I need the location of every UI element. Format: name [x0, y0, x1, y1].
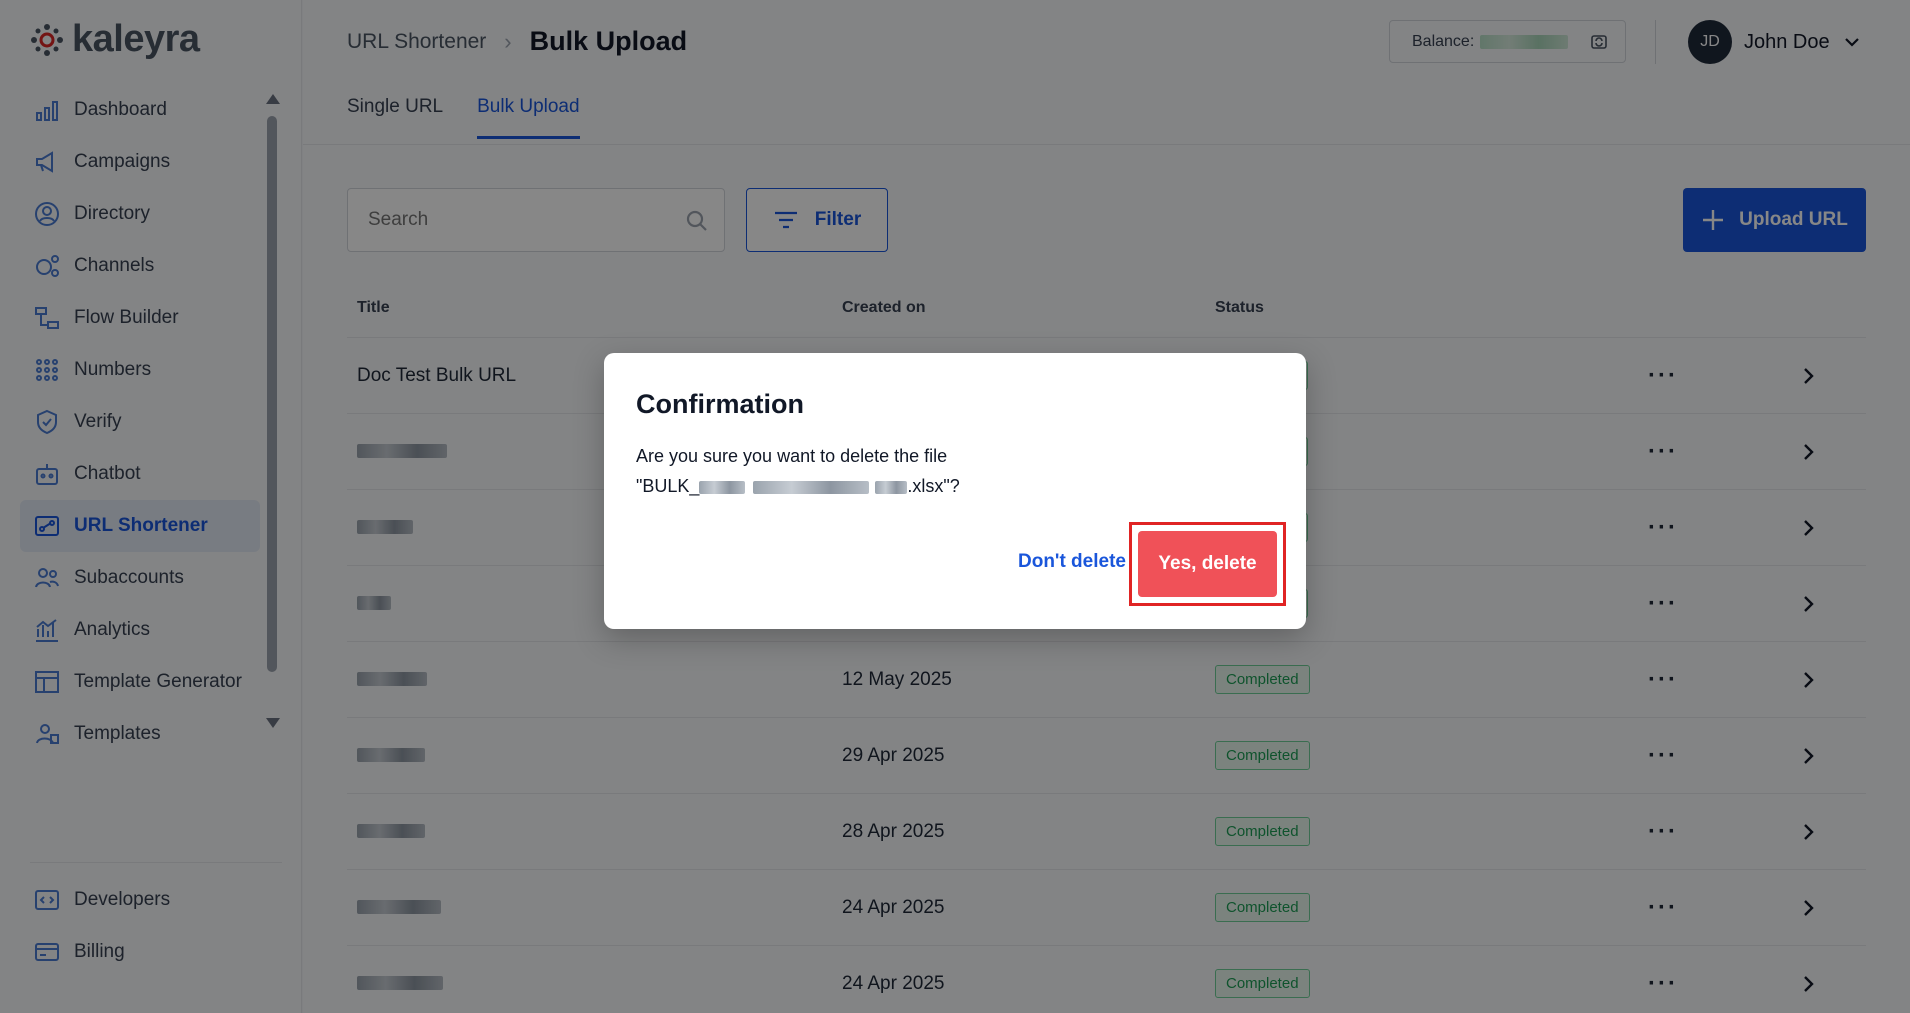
yes-delete-button[interactable]: Yes, delete [1138, 531, 1277, 597]
dialog-filename: "BULK_ .xlsx"? [636, 471, 1156, 501]
filename-prefix: "BULK_ [636, 476, 700, 496]
dialog-message: Are you sure you want to delete the file… [636, 441, 1156, 501]
dialog-message-line: Are you sure you want to delete the file [636, 446, 948, 466]
dialog-title: Confirmation [636, 389, 804, 419]
filename-redacted [753, 480, 870, 494]
dont-delete-button[interactable]: Don't delete [1018, 551, 1126, 573]
filename-redacted [699, 480, 746, 494]
filename-redacted [875, 480, 908, 494]
confirm-highlight: Yes, delete [1129, 522, 1286, 606]
confirmation-dialog: Confirmation Are you sure you want to de… [604, 353, 1306, 629]
filename-suffix: .xlsx"? [907, 476, 960, 496]
